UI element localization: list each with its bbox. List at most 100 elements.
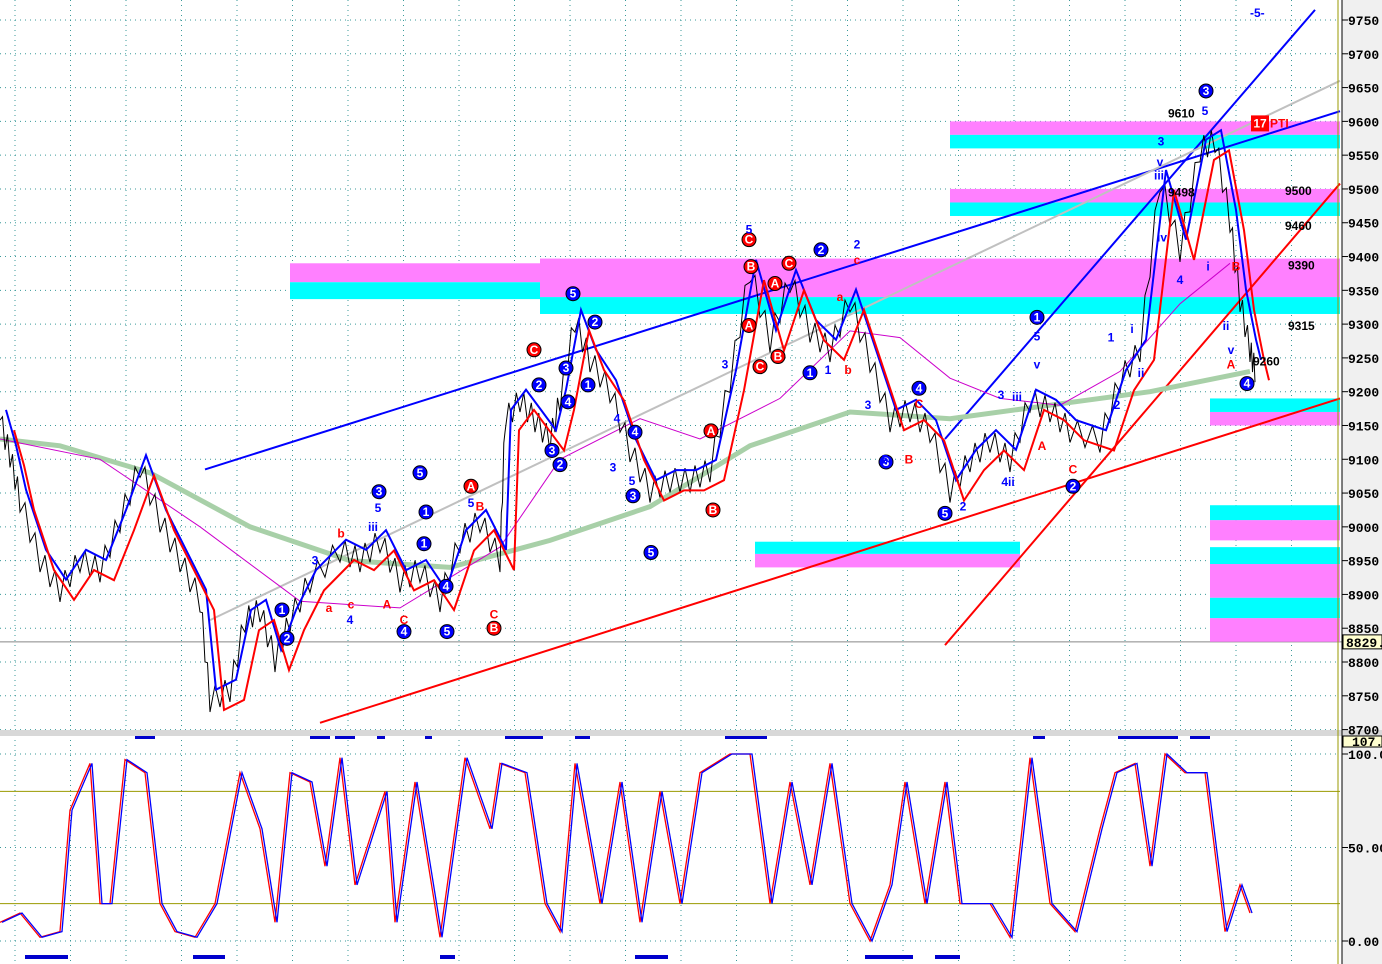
wave-count-label: B — [747, 260, 756, 274]
wave-count-label: 5 — [444, 625, 451, 639]
pane-separator — [0, 730, 1382, 736]
price-tick-label: 9100. — [1348, 453, 1382, 468]
time-marker — [335, 736, 355, 739]
price-tick-label: 9400. — [1348, 251, 1382, 266]
zone-magenta — [1210, 520, 1340, 541]
last-price-label: 8829.8 — [1346, 636, 1382, 651]
price-tick-label: 9750. — [1348, 14, 1382, 29]
wave-label: 4 — [614, 412, 621, 426]
wave-label: C — [1069, 462, 1078, 476]
time-marker — [1190, 736, 1210, 739]
time-marker — [310, 736, 330, 739]
wave-label: b — [844, 363, 851, 377]
wave-label: 1 — [825, 363, 832, 377]
wave-label: i — [1206, 260, 1209, 274]
wave-label: c — [348, 598, 355, 612]
wave-count-label: 4 — [632, 425, 639, 439]
zone-magenta — [540, 258, 1340, 298]
wave-label: 1 — [1108, 331, 1115, 345]
wave-label: v — [1228, 343, 1235, 357]
wave-count-label: 1 — [807, 366, 814, 380]
price-tick-label: 8900. — [1348, 588, 1382, 603]
wave-label: 3 — [312, 554, 319, 568]
price-target-label: 9610 — [1168, 106, 1195, 120]
wave-label: A — [1038, 439, 1047, 453]
wave-count-label: 3 — [630, 489, 637, 503]
wave-label: 3 — [610, 460, 617, 474]
wave-count-label: 2 — [1070, 479, 1077, 493]
price-target-label: 9260 — [1253, 354, 1280, 368]
price-tick-label: 9350. — [1348, 284, 1382, 299]
wave-label: 5 — [375, 501, 382, 515]
wave-label: 4ii — [1001, 475, 1014, 489]
time-marker — [377, 736, 385, 739]
wave-count-label: 1 — [421, 537, 428, 551]
wave-count-label: C — [756, 360, 765, 374]
wave-label: 4 — [347, 613, 354, 627]
wave-count-label: B — [774, 350, 783, 364]
wave-count-label: 2 — [592, 315, 599, 329]
zone-cyan — [290, 282, 540, 300]
wave-count-label: B — [709, 503, 718, 517]
wave-label: 4 — [1177, 273, 1184, 287]
wave-count-label: 5 — [570, 287, 577, 301]
price-tick-label: 9000. — [1348, 521, 1382, 536]
wave-label: iv — [1157, 231, 1167, 245]
axis-panel — [1342, 0, 1382, 964]
wave-count-label: 4 — [916, 381, 923, 395]
wave-count-label: 1 — [423, 505, 430, 519]
wave-label: 3 — [1158, 135, 1165, 149]
wave-label: 5 — [1202, 104, 1209, 118]
wave-label: iii — [1154, 168, 1164, 182]
zone-magenta — [290, 263, 540, 283]
price-tick-label: 9450. — [1348, 217, 1382, 232]
time-marker — [425, 736, 432, 739]
wave-label: 5 — [882, 452, 889, 466]
wave-label: i — [1130, 322, 1133, 336]
wave-count-label: B — [490, 621, 499, 635]
wave-count-label: 2 — [284, 631, 291, 645]
time-marker — [725, 736, 767, 739]
price-tick-label: 8950. — [1348, 555, 1382, 570]
osc-tick-label: 0.00 — [1348, 935, 1379, 950]
time-marker — [1033, 736, 1045, 739]
price-target-label: -5- — [1250, 6, 1265, 20]
wave-label: iii — [1012, 390, 1022, 404]
zone-magenta — [950, 188, 1340, 203]
price-target-label: PTI — [1270, 116, 1289, 130]
time-marker — [193, 955, 225, 959]
price-tick-label: 9300. — [1348, 318, 1382, 333]
wave-label: a — [326, 601, 333, 615]
price-tick-label: 9650. — [1348, 82, 1382, 97]
wave-count-label: 4 — [1244, 377, 1251, 391]
wave-label: 2 — [960, 500, 967, 514]
wave-label: A — [383, 598, 392, 612]
time-marker — [575, 736, 590, 739]
wave-label: 5 — [468, 496, 475, 510]
zone-magenta — [755, 553, 1020, 568]
wave-count-label: 4 — [443, 579, 450, 593]
wave-count-label: A — [707, 424, 716, 438]
time-marker — [135, 736, 155, 739]
wave-label: c — [854, 253, 861, 267]
zone-cyan — [1210, 505, 1340, 521]
wave-count-label: 2 — [557, 458, 564, 472]
wave-label: B — [905, 452, 914, 466]
wave-count-label: 2 — [536, 378, 543, 392]
wave-label: 2 — [1114, 398, 1121, 412]
price-tick-label: 9050. — [1348, 487, 1382, 502]
price-tick-label: 9200. — [1348, 386, 1382, 401]
price-target-label: 9315 — [1288, 319, 1315, 333]
time-marker — [935, 955, 960, 959]
price-target-label: 9498 — [1168, 185, 1195, 199]
wave-count-label: 1 — [585, 378, 592, 392]
zone-cyan — [950, 134, 1340, 149]
wave-label: 3 — [865, 398, 872, 412]
wave-count-label: 1 — [279, 603, 286, 617]
time-marker — [440, 955, 455, 959]
wave-label: iii — [368, 520, 378, 534]
osc-tick-label: 100.0 — [1348, 748, 1382, 763]
zone-magenta — [1210, 618, 1340, 642]
price-tick-label: 8800. — [1348, 656, 1382, 671]
zone-cyan — [1210, 547, 1340, 565]
